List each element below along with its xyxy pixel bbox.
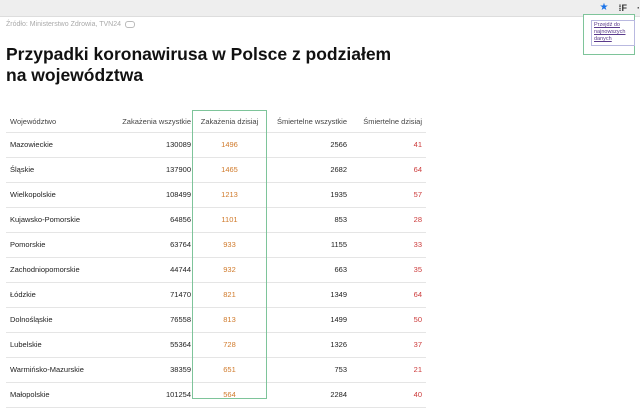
- header-voivodeship: Województwo: [6, 111, 102, 133]
- cell-voivodeship: Śląskie: [6, 157, 102, 183]
- cell-deaths-today: 64: [347, 157, 426, 183]
- cell-infections-today: 1496: [192, 132, 267, 158]
- cell-deaths-today: 50: [347, 307, 426, 333]
- cell-voivodeship: Lubelskie: [6, 332, 102, 358]
- cell-voivodeship: Mazowieckie: [6, 132, 102, 158]
- cell-infections-today: 821: [192, 282, 267, 308]
- cell-infections-total: 130089: [102, 132, 192, 158]
- cell-deaths-total: 1935: [267, 182, 347, 208]
- cell-deaths-total: 1349: [267, 282, 347, 308]
- voivodeship-table: Województwo Zakażenia wszystkie Zakażeni…: [6, 111, 426, 408]
- star-icon[interactable]: ★: [600, 3, 609, 13]
- table-row: Małopolskie 101254 564 2284 40: [6, 382, 426, 408]
- table-row: Łódzkie 71470 821 1349 64: [6, 282, 426, 308]
- table-row: Kujawsko-Pomorskie 64856 1101 853 28: [6, 207, 426, 233]
- cell-deaths-today: 37: [347, 332, 426, 358]
- cell-infections-total: 71470: [102, 282, 192, 308]
- cell-infections-total: 64856: [102, 207, 192, 233]
- table-row: Lubelskie 55364 728 1326 37: [6, 332, 426, 358]
- cell-infections-today: 651: [192, 357, 267, 383]
- cell-voivodeship: Warmińsko-Mazurskie: [6, 357, 102, 383]
- source-line: Źródło: Ministerstwo Zdrowia, TVN24: [6, 21, 136, 28]
- header-infections-total: Zakażenia wszystkie: [102, 111, 192, 133]
- cell-deaths-total: 2682: [267, 157, 347, 183]
- header-infections-today: Zakażenia dzisiaj: [192, 111, 267, 133]
- cell-infections-total: 76558: [102, 307, 192, 333]
- cell-voivodeship: Dolnośląskie: [6, 307, 102, 333]
- cell-deaths-today: 40: [347, 382, 426, 408]
- cell-infections-total: 63764: [102, 232, 192, 258]
- cell-deaths-total: 2566: [267, 132, 347, 158]
- cell-voivodeship: Pomorskie: [6, 232, 102, 258]
- cell-deaths-today: 21: [347, 357, 426, 383]
- cell-deaths-today: 57: [347, 182, 426, 208]
- cell-voivodeship: Wielkopolskie: [6, 182, 102, 208]
- extension-icons: ★ ⁞F ·: [600, 3, 640, 14]
- cell-deaths-today: 64: [347, 282, 426, 308]
- table-row: Warmińsko-Mazurskie 38359 651 753 21: [6, 357, 426, 383]
- cell-infections-today: 1465: [192, 157, 267, 183]
- cell-infections-today: 813: [192, 307, 267, 333]
- table-row: Śląskie 137900 1465 2682 64: [6, 157, 426, 183]
- cell-deaths-total: 1326: [267, 332, 347, 358]
- cell-infections-total: 101254: [102, 382, 192, 408]
- cell-infections-today: 728: [192, 332, 267, 358]
- cell-voivodeship: Łódzkie: [6, 282, 102, 308]
- header-deaths-total: Śmiertelne wszystkie: [267, 111, 347, 133]
- cell-deaths-total: 853: [267, 207, 347, 233]
- cell-voivodeship: Małopolskie: [6, 382, 102, 408]
- cell-deaths-today: 41: [347, 132, 426, 158]
- table-row: Mazowieckie 130089 1496 2566 41: [6, 132, 426, 158]
- cell-infections-total: 38359: [102, 357, 192, 383]
- cell-infections-today: 932: [192, 257, 267, 283]
- extension-icon[interactable]: ⁞F: [619, 3, 628, 13]
- cell-deaths-today: 28: [347, 207, 426, 233]
- cell-deaths-total: 753: [267, 357, 347, 383]
- cell-infections-today: 564: [192, 382, 267, 408]
- cell-infections-total: 55364: [102, 332, 192, 358]
- cell-infections-total: 137900: [102, 157, 192, 183]
- cell-deaths-total: 1499: [267, 307, 347, 333]
- latest-data-link[interactable]: Przejdź do najnowszych danych: [594, 22, 634, 43]
- cell-infections-today: 1101: [192, 207, 267, 233]
- header-deaths-today: Śmiertelne dzisiaj: [347, 111, 426, 133]
- cell-infections-today: 933: [192, 232, 267, 258]
- cell-deaths-today: 33: [347, 232, 426, 258]
- cell-voivodeship: Zachodniopomorskie: [6, 257, 102, 283]
- table-header-row: Województwo Zakażenia wszystkie Zakażeni…: [6, 111, 426, 133]
- browser-toolbar: [0, 0, 640, 17]
- table-row: Dolnośląskie 76558 813 1499 50: [6, 307, 426, 333]
- cell-infections-today: 1213: [192, 182, 267, 208]
- cell-deaths-total: 2284: [267, 382, 347, 408]
- table-row: Pomorskie 63764 933 1155 33: [6, 232, 426, 258]
- cell-deaths-total: 1155: [267, 232, 347, 258]
- source-text: Źródło: Ministerstwo Zdrowia, TVN24: [6, 21, 122, 28]
- table-row: Zachodniopomorskie 44744 932 663 35: [6, 257, 426, 283]
- comment-icon: [125, 21, 136, 28]
- cell-deaths-total: 663: [267, 257, 347, 283]
- table-row: Wielkopolskie 108499 1213 1935 57: [6, 182, 426, 208]
- cell-voivodeship: Kujawsko-Pomorskie: [6, 207, 102, 233]
- page-title: Przypadki koronawirusa w Polsce z podzia…: [6, 44, 392, 85]
- extension-popup: Przejdź do najnowszych danych: [583, 14, 635, 55]
- cell-infections-total: 108499: [102, 182, 192, 208]
- cell-deaths-today: 35: [347, 257, 426, 283]
- cell-infections-total: 44744: [102, 257, 192, 283]
